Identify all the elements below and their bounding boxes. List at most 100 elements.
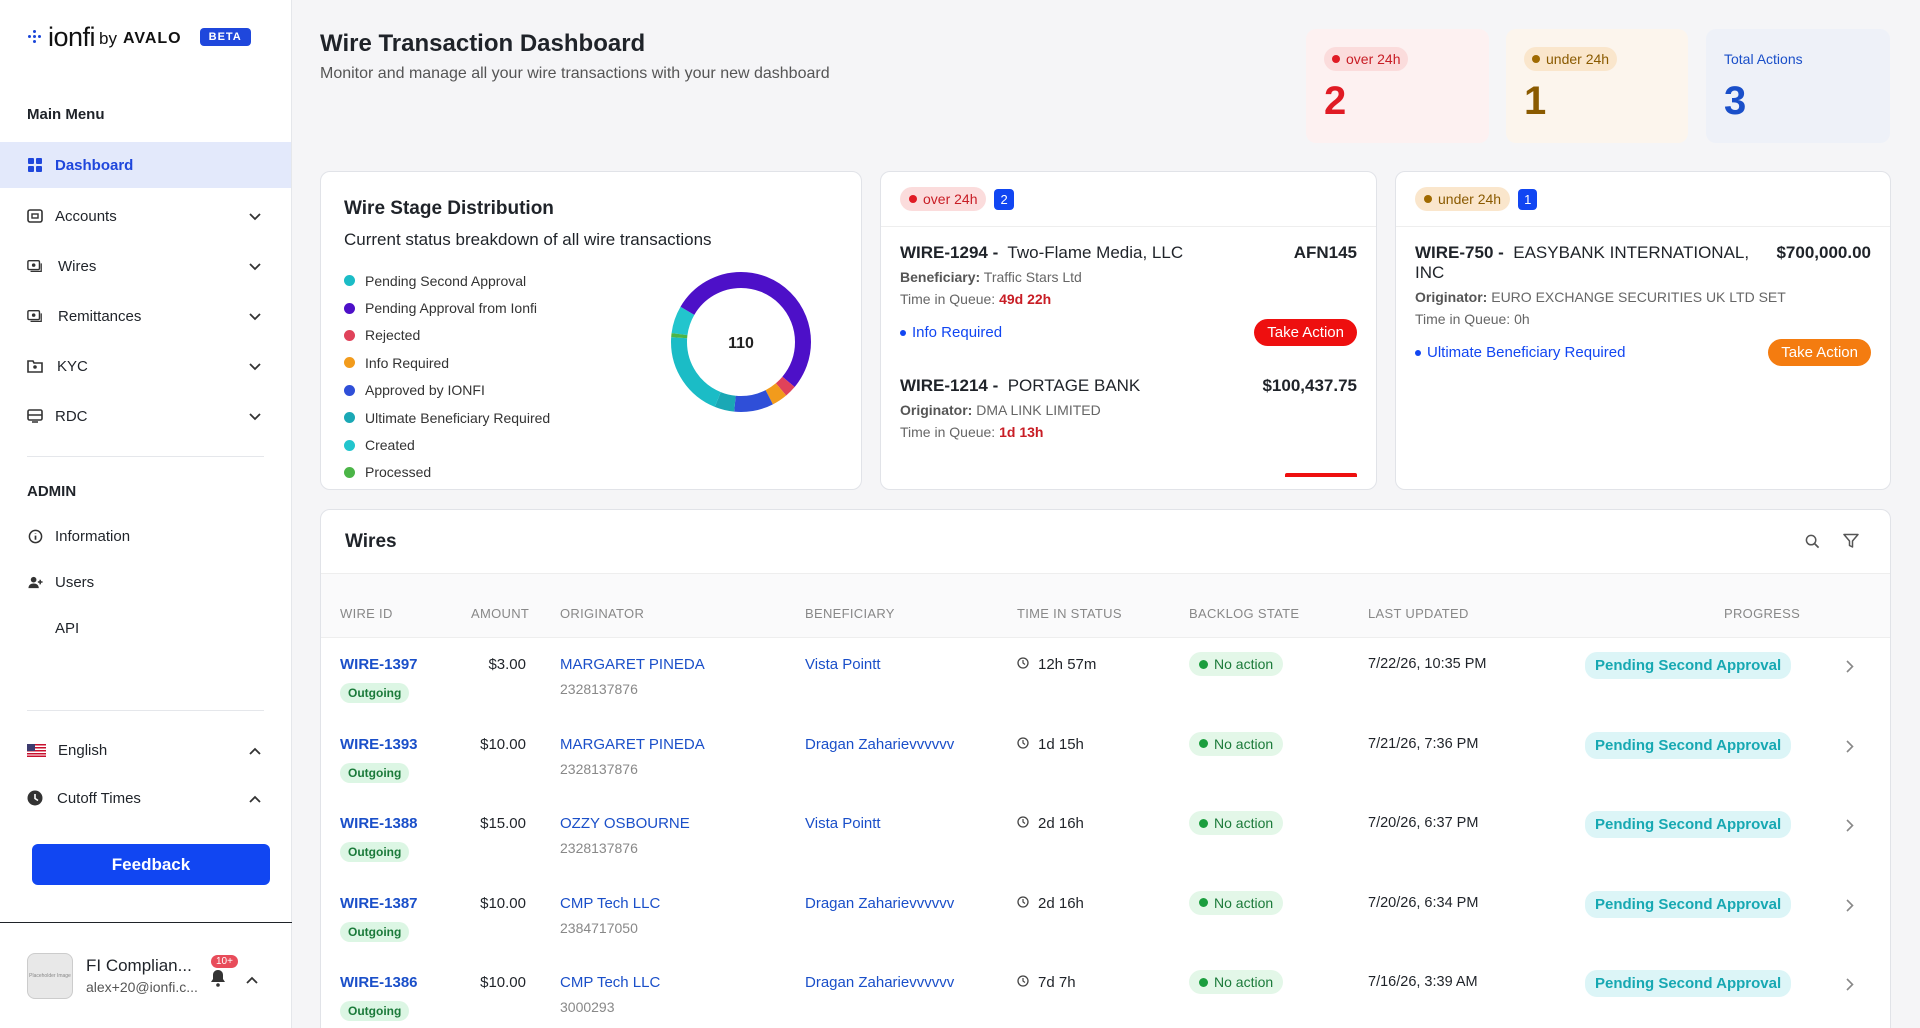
originator-link[interactable]: CMP Tech LLC <box>560 974 660 991</box>
take-action-button[interactable]: Take Action <box>1768 339 1871 366</box>
queue-under-24h: under 24h 1 WIRE-750 - EASYBANK INTERNAT… <box>1395 171 1891 490</box>
table-row[interactable]: WIRE-1387 Outgoing $10.00 CMP Tech LLC 23847… <box>321 877 1890 956</box>
brand-partner: AVALO <box>123 30 182 47</box>
wires-title: Wires <box>321 510 1890 574</box>
direction-badge: Outgoing <box>340 921 410 942</box>
wire-amount: $3.00 <box>488 656 526 673</box>
users-icon <box>27 574 43 590</box>
sidebar-item-information[interactable]: Information <box>0 513 291 559</box>
beneficiary-link[interactable]: Dragan Zaharievvvvvv <box>805 895 954 912</box>
col-wire-id[interactable]: WIRE ID <box>340 606 393 621</box>
kpi-value: 2 <box>1324 79 1347 123</box>
sidebar-item-dashboard[interactable]: Dashboard <box>0 142 291 188</box>
wire-id-link[interactable]: WIRE-1388 <box>340 815 418 832</box>
take-action-button[interactable]: Take Action <box>1254 319 1357 346</box>
brand-logo[interactable]: ionfi by AVALO BETA <box>0 0 291 74</box>
originator-link[interactable]: OZZY OSBOURNE <box>560 815 690 832</box>
col-progress[interactable]: PROGRESS <box>1724 606 1800 621</box>
table-row[interactable]: WIRE-1393 Outgoing $10.00 MARGARET PINEDA 23… <box>321 718 1890 797</box>
chevron-down-icon[interactable] <box>249 258 261 275</box>
wire-id-link[interactable]: WIRE-1387 <box>340 895 418 912</box>
col-backlog-state[interactable]: BACKLOG STATE <box>1189 606 1299 621</box>
wire-amount: $700,000.00 <box>1776 243 1871 262</box>
language-selector[interactable]: English <box>0 727 291 773</box>
sidebar-item-label: Wires <box>58 257 97 275</box>
donut-total: 110 <box>728 335 754 352</box>
table-row[interactable]: WIRE-1388 Outgoing $15.00 OZZY OSBOURNE 2328… <box>321 797 1890 876</box>
info-icon <box>27 528 43 544</box>
wire-id-link[interactable]: WIRE-1386 <box>340 974 418 991</box>
chevron-right-icon[interactable] <box>1846 739 1854 757</box>
wire-id: WIRE-1214 - <box>900 376 999 395</box>
sidebar-item-remittances[interactable]: Remittances <box>0 292 291 340</box>
col-time-in-status[interactable]: TIME IN STATUS <box>1017 606 1122 621</box>
chevron-up-icon[interactable] <box>246 971 258 989</box>
sidebar-item-rdc[interactable]: RDC <box>0 392 291 440</box>
sidebar-item-kyc[interactable]: KYC <box>0 342 291 390</box>
kpi-value: 1 <box>1524 79 1547 123</box>
chevron-down-icon[interactable] <box>249 408 261 425</box>
donut-chart: 110 <box>671 272 811 412</box>
legend-label: Approved by IONFI <box>365 382 485 399</box>
sidebar-item-label: API <box>55 619 80 637</box>
chevron-down-icon[interactable] <box>249 208 261 225</box>
beneficiary-link[interactable]: Vista Pointt <box>805 815 881 832</box>
legend-item: Approved by IONFI <box>344 377 550 404</box>
sidebar-item-users[interactable]: Users <box>0 559 291 605</box>
kpi-under-24h[interactable]: under 24h 1 <box>1506 29 1688 143</box>
originator-link[interactable]: CMP Tech LLC <box>560 895 660 912</box>
sidebar-item-wires[interactable]: Wires <box>0 242 291 290</box>
chevron-right-icon[interactable] <box>1846 660 1854 677</box>
chevron-down-icon[interactable] <box>249 308 261 325</box>
beneficiary-link[interactable]: Dragan Zaharievvvvvv <box>805 974 954 991</box>
chevron-right-icon[interactable] <box>1846 819 1854 836</box>
col-beneficiary[interactable]: BENEFICIARY <box>805 606 895 621</box>
col-last-updated[interactable]: LAST UPDATED <box>1368 606 1469 621</box>
queue-item[interactable]: WIRE-1214 - PORTAGE BANK $100,437.75 Orig… <box>900 376 1357 477</box>
legend-label: Info Required <box>365 354 450 371</box>
backlog-badge: No action <box>1189 970 1284 994</box>
sidebar-item-api[interactable]: API <box>0 605 291 651</box>
beneficiary-link[interactable]: Vista Pointt <box>805 656 881 673</box>
wire-id-link[interactable]: WIRE-1393 <box>340 736 418 753</box>
chevron-up-icon[interactable] <box>249 742 261 759</box>
timer-icon <box>1017 815 1029 832</box>
search-icon[interactable] <box>1805 534 1820 554</box>
col-amount[interactable]: AMOUNT <box>471 606 529 621</box>
cutoff-times[interactable]: Cutoff Times <box>0 775 291 821</box>
chevron-right-icon[interactable] <box>1846 978 1854 995</box>
take-action-button-partial[interactable] <box>1285 473 1357 477</box>
table-row[interactable]: WIRE-1397 Outgoing $3.00 MARGARET PINEDA 232… <box>321 638 1890 717</box>
time-in-status: 7d 7h <box>1038 974 1076 991</box>
chevron-down-icon[interactable] <box>249 358 261 375</box>
table-row[interactable]: WIRE-1386 Outgoing $10.00 CMP Tech LLC 30002… <box>321 956 1890 1028</box>
wire-amount: $10.00 <box>480 974 526 991</box>
beneficiary-link[interactable]: Dragan Zaharievvvvvv <box>805 736 954 753</box>
sidebar-item-accounts[interactable]: Accounts <box>0 192 291 240</box>
chevron-right-icon[interactable] <box>1846 898 1854 916</box>
timer-icon <box>1017 974 1029 991</box>
queue-item[interactable]: WIRE-750 - EASYBANK INTERNATIONAL, INC $70… <box>1415 243 1871 366</box>
chevron-up-icon[interactable] <box>249 790 261 807</box>
queue-item[interactable]: WIRE-1294 - Two-Flame Media, LLC AFN145 B… <box>900 243 1357 346</box>
sidebar-item-label: KYC <box>57 357 88 375</box>
originator-link[interactable]: MARGARET PINEDA <box>560 656 705 673</box>
user-profile[interactable]: Placeholder Image FI Complian... alex+20… <box>0 922 292 1028</box>
chart-legend: Pending Second Approval Pending Approval … <box>344 267 550 486</box>
main-menu-title: Main Menu <box>27 106 105 123</box>
originator-link[interactable]: MARGARET PINEDA <box>560 736 705 753</box>
last-updated: 7/22/26, 10:35 PM <box>1368 656 1487 672</box>
wire-id-link[interactable]: WIRE-1397 <box>340 656 418 673</box>
bell-icon[interactable] <box>210 969 226 992</box>
legend-label: Rejected <box>365 327 421 344</box>
wire-name-cont: INC <box>1415 263 1445 282</box>
filter-icon[interactable] <box>1843 533 1859 554</box>
user-name: FI Complian... <box>86 956 192 975</box>
kpi-label: Total Actions <box>1724 51 1803 67</box>
kpi-over-24h[interactable]: over 24h 2 <box>1306 29 1489 143</box>
kpi-total-actions[interactable]: Total Actions 3 <box>1706 29 1890 143</box>
col-originator[interactable]: ORIGINATOR <box>560 606 644 621</box>
feedback-button[interactable]: Feedback <box>32 844 270 885</box>
sidebar-item-label: Accounts <box>55 207 117 225</box>
time-in-queue: 1d 13h <box>999 424 1044 440</box>
